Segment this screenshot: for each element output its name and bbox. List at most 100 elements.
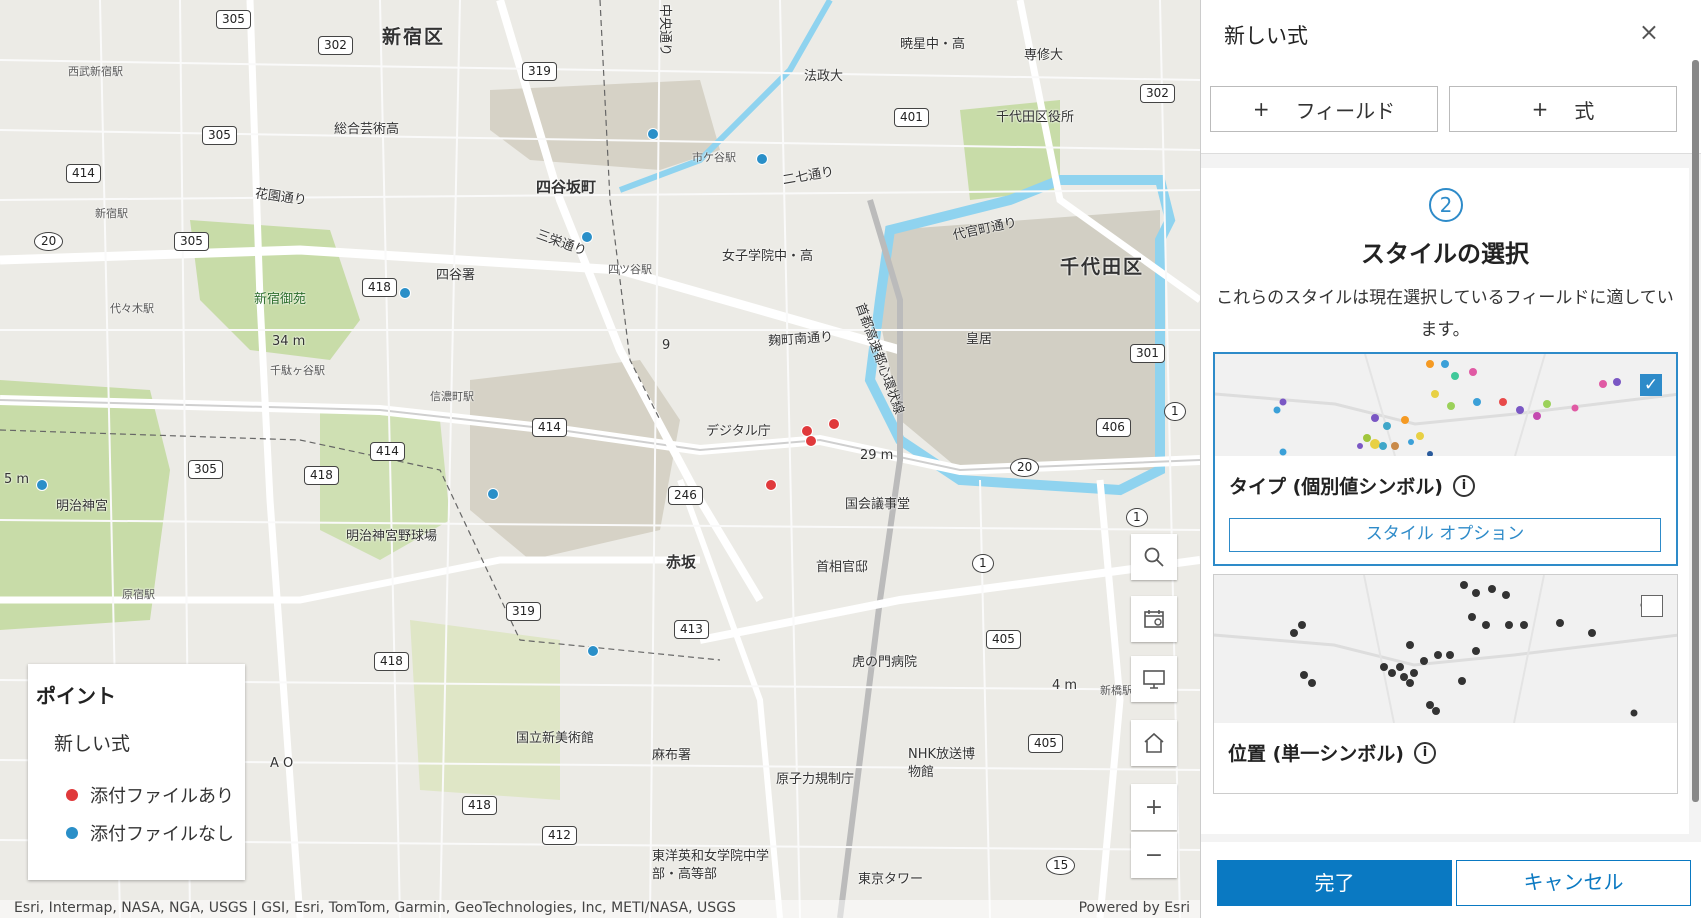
map-label: 国立新美術館 [516, 731, 595, 746]
map-label: 中央通り [657, 4, 672, 57]
map-label: A O [270, 756, 294, 771]
map-label: 千駄ヶ谷駅 [270, 364, 325, 377]
style-card-types[interactable]: ✓ タイプ (個別値シンボル) i スタイル オプション [1213, 352, 1678, 566]
screen-tool [1131, 656, 1177, 702]
route-shield: 319 [506, 602, 541, 621]
map-label: 麻布署 [652, 748, 692, 763]
route-shield: 418 [304, 466, 339, 485]
basemap-tool [1131, 596, 1177, 642]
map-label: 総合芸術高 [334, 122, 400, 137]
area-label-chiyoda: 千代田区 [1060, 256, 1145, 278]
route-shield: 418 [462, 796, 497, 815]
route-shield: 1 [1164, 402, 1186, 421]
panel-scrollbar[interactable] [1691, 60, 1700, 810]
point-no-attachment[interactable] [756, 153, 768, 165]
style-checkbox-types[interactable]: ✓ [1640, 374, 1662, 396]
style-name-location: 位置 (単一シンボル) i [1228, 739, 1436, 766]
map-label: 西武新宿駅 [68, 65, 123, 78]
point-no-attachment[interactable] [487, 488, 499, 500]
attribution-text: Esri, Intermap, NASA, NGA, USGS | GSI, E… [14, 900, 736, 916]
preview-map [1215, 354, 1676, 456]
point-no-attachment[interactable] [581, 231, 593, 243]
route-shield: 414 [66, 164, 101, 183]
map-label: 原宿駅 [122, 588, 155, 601]
point-with-attachment[interactable] [828, 418, 840, 430]
legend-field: 新しい式 [54, 733, 131, 755]
route-shield: 305 [202, 126, 237, 145]
map-tools [1131, 534, 1177, 580]
route-shield: 418 [362, 278, 397, 297]
done-button[interactable]: 完了 [1217, 860, 1452, 906]
route-shield: 406 [1096, 418, 1131, 437]
map-label: 四谷署 [436, 268, 476, 283]
map-label: 国会議事堂 [845, 497, 911, 512]
style-checkbox-location[interactable] [1641, 595, 1663, 617]
route-shield: 305 [188, 460, 223, 479]
home-button[interactable] [1131, 720, 1177, 766]
route-shield: 414 [532, 418, 567, 437]
map-view[interactable]: 新宿区 千代田区 四谷坂町 赤坂 西武新宿駅 総合芸術高 花園通り 新宿駅 代々… [0, 0, 1200, 918]
add-expression-button[interactable]: + 式 [1449, 86, 1677, 132]
map-label: 新橋駅 [1100, 684, 1133, 697]
panel-header: 新しい式 × [1201, 0, 1701, 68]
plus-icon: + [1531, 97, 1549, 121]
point-no-attachment[interactable] [399, 287, 411, 299]
legend-item-label: 添付ファイルあり [90, 786, 234, 807]
point-no-attachment[interactable] [36, 479, 48, 491]
home-tool [1131, 720, 1177, 766]
style-card-location[interactable]: 位置 (単一シンボル) i [1213, 574, 1678, 794]
style-options-button[interactable]: スタイル オプション [1229, 518, 1661, 552]
legend-item-label: 添付ファイルなし [90, 824, 234, 845]
add-field-button[interactable]: + フィールド [1210, 86, 1438, 132]
zoom-tool: + − [1131, 784, 1177, 878]
powered-by[interactable]: Powered by Esri [1079, 900, 1190, 916]
map-label: 千代田区役所 [996, 110, 1075, 125]
route-shield: 319 [522, 62, 557, 81]
fullscreen-button[interactable] [1131, 656, 1177, 702]
style-name-label: タイプ (個別値シンボル) [1229, 476, 1443, 498]
legend-item: 添付ファイルなし [66, 814, 237, 852]
route-shield: 305 [174, 232, 209, 251]
route-shield: 405 [1028, 734, 1063, 753]
style-preview-types [1215, 354, 1676, 456]
route-shield: 305 [216, 10, 251, 29]
map-label: 新宿御苑 [254, 292, 307, 307]
info-icon[interactable]: i [1413, 741, 1436, 764]
map-label: 4 m [1052, 678, 1078, 693]
map-label: 新宿駅 [95, 207, 128, 220]
legend-panel: ポイント 新しい式 添付ファイルあり 添付ファイルなし [28, 664, 245, 880]
info-icon[interactable]: i [1452, 474, 1475, 497]
map-label: 四ツ谷駅 [608, 263, 652, 276]
style-name-types: タイプ (個別値シンボル) i [1229, 472, 1475, 499]
zoom-out-button[interactable]: − [1131, 832, 1177, 878]
map-label: 9 [662, 338, 671, 353]
route-shield: 20 [1010, 458, 1040, 477]
map-label: デジタル庁 [706, 424, 771, 439]
zoom-in-button[interactable]: + [1131, 784, 1177, 830]
area-label-shinjuku: 新宿区 [382, 26, 446, 48]
scrollbar-thumb[interactable] [1692, 60, 1699, 802]
route-shield: 302 [318, 36, 353, 55]
section-description: これらのスタイルは現在選択しているフィールドに適しています。 [1216, 288, 1674, 340]
legend-swatch-red [66, 789, 78, 801]
search-button[interactable] [1131, 534, 1177, 580]
route-shield: 246 [668, 486, 703, 505]
style-content: 2 スタイルの選択 これらのスタイルは現在選択しているフィールドに適しています。 [1201, 168, 1689, 834]
route-shield: 302 [1140, 84, 1175, 103]
legend-title: ポイント [36, 684, 116, 708]
point-no-attachment[interactable] [647, 128, 659, 140]
route-shield: 413 [674, 620, 709, 639]
style-preview-location [1214, 575, 1677, 723]
point-with-attachment[interactable] [805, 435, 817, 447]
add-expression-label: 式 [1574, 98, 1595, 123]
route-shield: 301 [1130, 344, 1165, 363]
point-with-attachment[interactable] [765, 479, 777, 491]
cancel-button[interactable]: キャンセル [1456, 860, 1691, 906]
map-label: 女子学院中・高 [722, 249, 814, 264]
section-title: スタイルの選択 [1361, 240, 1529, 268]
basemap-button[interactable] [1131, 596, 1177, 642]
close-icon[interactable]: × [1639, 18, 1659, 46]
route-shield: 1 [972, 554, 994, 573]
point-no-attachment[interactable] [587, 645, 599, 657]
preview-map [1214, 575, 1677, 723]
